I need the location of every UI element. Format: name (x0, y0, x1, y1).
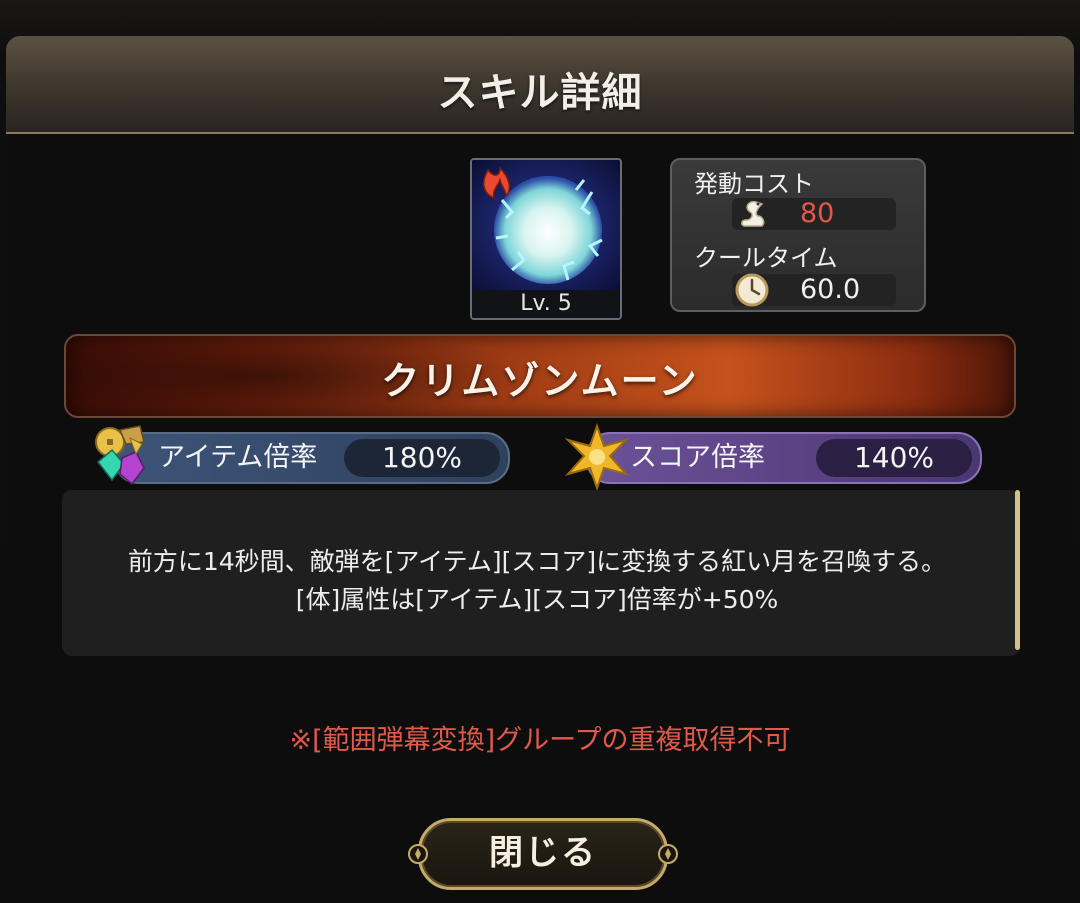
dialog-title: スキル詳細 (437, 70, 643, 116)
crimson-moon-skill-icon (472, 160, 620, 292)
clock-icon (735, 273, 769, 307)
skill-name: クリムゾンムーン (381, 359, 699, 403)
item-multiplier: アイテム倍率 180% (95, 425, 510, 486)
skill-stats-panel: 発動コスト 80 クールタイム 60.0 (670, 158, 926, 312)
close-button-label: 閉じる (489, 833, 597, 873)
close-button[interactable]: 閉じる (408, 818, 678, 890)
star-icon (564, 422, 630, 492)
description-line-2: [体]属性は[アイテム][スコア]倍率が+50% (295, 585, 779, 614)
item-multiplier-label: アイテム倍率 (158, 442, 318, 473)
description-line-1: 前方に14秒間、敵弾を[アイテム][スコア]に変換する紅い月を召喚する。 (127, 547, 947, 576)
dialog-header: スキル詳細 (6, 36, 1074, 134)
cooltime-value: 60.0 (800, 274, 861, 305)
gem-coin-icon (95, 425, 145, 486)
cost-row: 80 (732, 198, 896, 230)
score-multiplier: スコア倍率 140% (564, 422, 982, 492)
skill-name-banner: クリムゾンムーン (64, 334, 1016, 418)
score-multiplier-value: 140% (816, 439, 972, 477)
skill-level: Lv. 5 (472, 290, 620, 318)
button-ornament-right-icon (658, 844, 678, 864)
skill-icon: Lv. 5 (470, 158, 622, 320)
cooltime-row: 60.0 (732, 273, 896, 307)
item-multiplier-value: 180% (344, 439, 500, 477)
cooltime-label: クールタイム (694, 244, 838, 272)
cost-value: 80 (800, 198, 835, 229)
skill-description[interactable]: 前方に14秒間、敵弾を[アイテム][スコア]に変換する紅い月を召喚する。 [体]… (62, 490, 1020, 656)
description-scrollbar[interactable] (1015, 490, 1020, 650)
skill-detail-dialog: スキル詳細 Lv. 5 発動コスト 80 クールタイム 60.0 クリムゾンムー… (6, 36, 1074, 903)
warning-note: ※[範囲弾幕変換]グループの重複取得不可 (289, 725, 791, 756)
swan-icon (741, 200, 765, 227)
score-multiplier-label: スコア倍率 (630, 442, 765, 473)
